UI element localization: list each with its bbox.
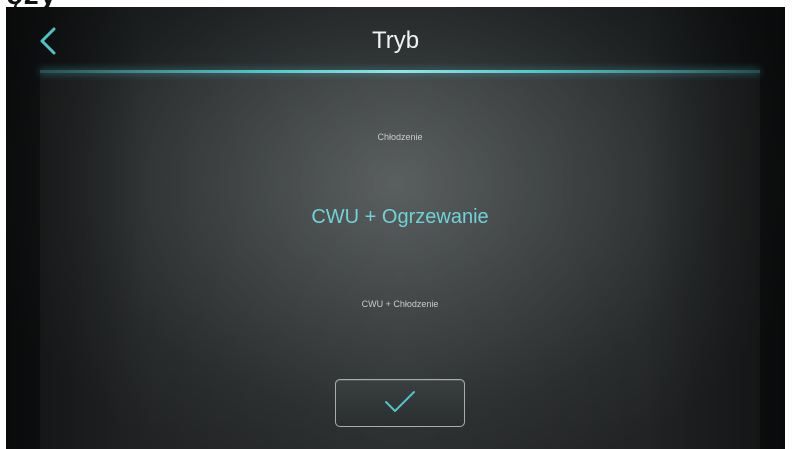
checkmark-icon [385, 391, 415, 412]
confirm-button[interactable] [335, 379, 465, 427]
mode-option-selected[interactable]: CWU + Ogrzewanie [40, 206, 760, 229]
header: Tryb [6, 7, 785, 71]
page-title: Tryb [371, 27, 420, 54]
screenshot-frame: ęzy Tryb Chłodzenie CWU + Ogrzewanie CWU… [0, 0, 793, 449]
mode-option-below[interactable]: CWU + Chłodzenie [40, 299, 760, 309]
device-screen: Tryb Chłodzenie CWU + Ogrzewanie CWU + C… [6, 7, 785, 449]
mode-option-above[interactable]: Chłodzenie [40, 132, 760, 142]
